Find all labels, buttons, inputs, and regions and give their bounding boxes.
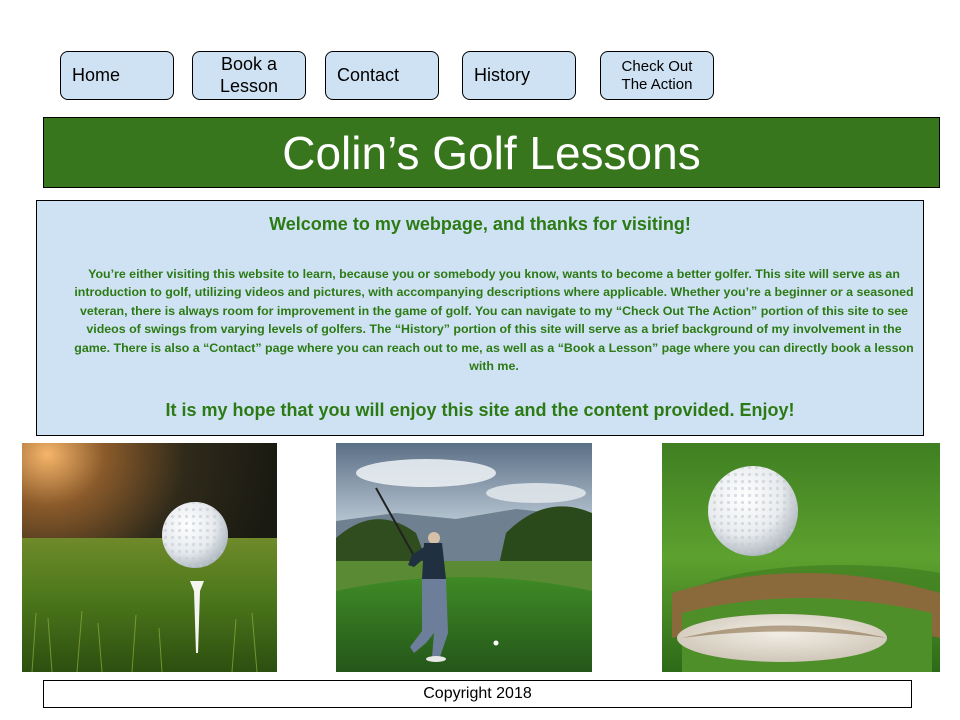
- golf-ball-near-cup-image: [662, 443, 940, 672]
- nav-check-out-action-button[interactable]: Check Out The Action: [600, 51, 714, 100]
- welcome-closing-text: It is my hope that you will enjoy this s…: [165, 400, 795, 420]
- golf-ball-on-tee-image: [22, 443, 277, 672]
- golfer-swing-image: [336, 443, 592, 672]
- footer-copyright: Copyright 2018: [43, 680, 912, 708]
- page: Home Book a Lesson Contact History Check…: [0, 0, 960, 720]
- nav-book-lesson-label: Book a Lesson: [219, 54, 279, 96]
- title-banner: Colin’s Golf Lessons: [43, 117, 940, 188]
- welcome-body-text: You’re either visiting this website to l…: [74, 267, 914, 374]
- nav-home-label: Home: [72, 64, 121, 85]
- nav-contact-button[interactable]: Contact: [325, 51, 439, 100]
- welcome-heading: Welcome to my webpage, and thanks for vi…: [269, 214, 691, 234]
- nav-history-button[interactable]: History: [462, 51, 576, 100]
- nav-check-out-action-label: Check Out The Action: [621, 57, 693, 93]
- nav-contact-label: Contact: [337, 64, 400, 85]
- nav-history-label: History: [474, 64, 531, 85]
- nav-book-lesson-button[interactable]: Book a Lesson: [192, 51, 306, 100]
- page-title: Colin’s Golf Lessons: [282, 126, 701, 179]
- welcome-panel: Welcome to my webpage, and thanks for vi…: [36, 200, 924, 436]
- nav-home-button[interactable]: Home: [60, 51, 174, 100]
- copyright-text: Copyright 2018: [423, 685, 532, 702]
